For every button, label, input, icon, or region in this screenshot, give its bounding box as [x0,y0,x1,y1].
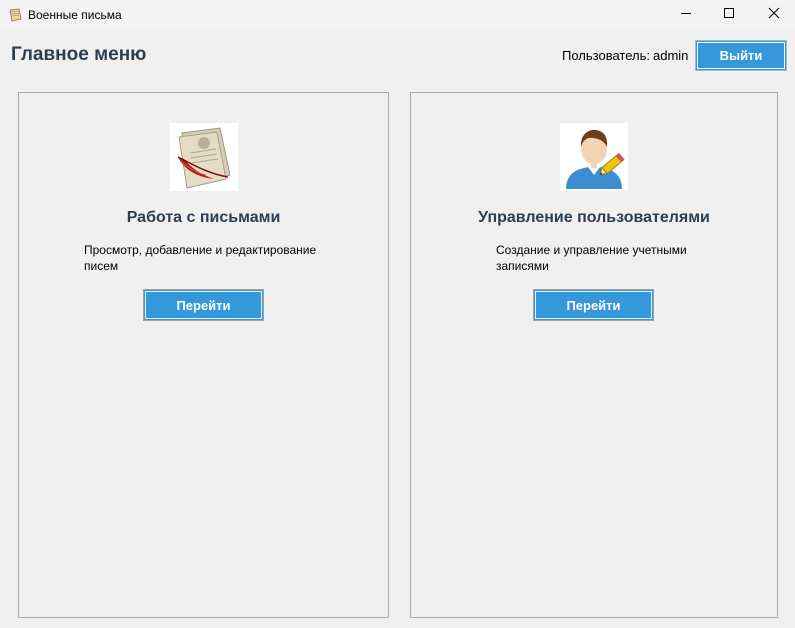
scroll-icon [7,7,23,23]
page-title: Главное меню [11,44,147,65]
user-name: admin [653,48,689,63]
user-edit-icon [560,123,628,191]
users-go-button[interactable]: Перейти [533,289,654,321]
users-card-description: Создание и управление учетными записями [496,243,687,273]
letters-card-title: Работа с письмами [126,209,281,226]
letters-go-button[interactable]: Перейти [143,289,264,321]
title-bar[interactable]: Военные письма [0,0,795,30]
app-window: Военные письма Главное меню Пользователь… [0,0,795,628]
letters-card: Работа с письмами Просмотр, добавление и… [18,92,389,618]
window-title: Военные письма [28,8,122,22]
letters-quill-icon [170,123,238,191]
user-label: Пользователь: [562,48,650,63]
close-icon [768,6,780,24]
close-button[interactable] [751,0,795,30]
users-card-title: Управление пользователями [478,209,710,226]
minimize-button[interactable] [663,0,709,30]
maximize-button[interactable] [706,0,752,30]
minimize-icon [680,6,692,24]
letters-card-description: Просмотр, добавление и редактирование пи… [84,243,317,273]
users-card: Управление пользователями Создание и упр… [410,92,778,618]
maximize-icon [723,6,735,24]
logout-button[interactable]: Выйти [695,40,787,71]
